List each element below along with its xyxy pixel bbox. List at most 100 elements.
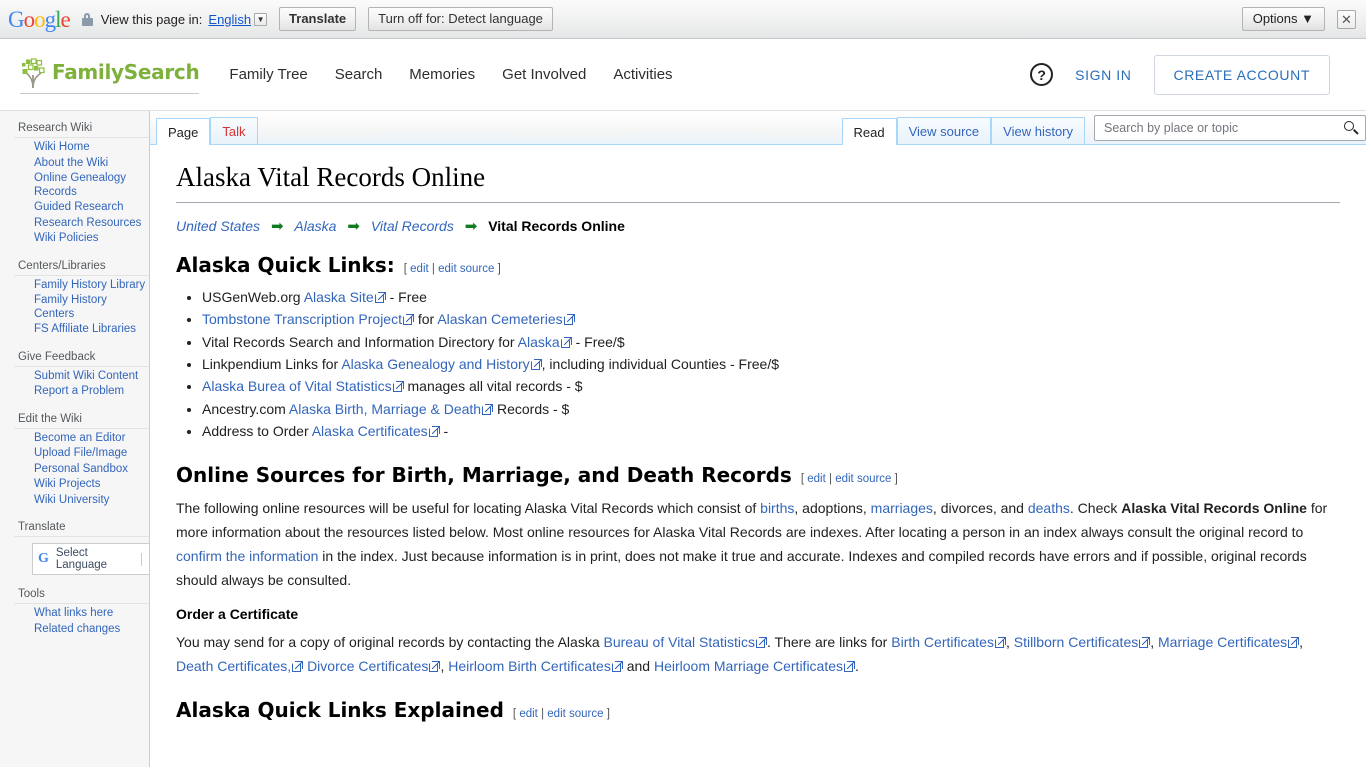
section-heading-online-sources: Online Sources for Birth, Marriage, and …: [176, 463, 1340, 487]
nav-get-involved[interactable]: Get Involved: [502, 66, 586, 83]
list-item: Report a Problem: [14, 384, 150, 400]
tab-view-source[interactable]: View source: [896, 117, 992, 144]
sidebar-group-title: Centers/Libraries: [18, 259, 106, 272]
translate-language-value[interactable]: English: [208, 12, 251, 27]
wiki-link[interactable]: confirm the information: [176, 548, 318, 564]
wiki-link[interactable]: Alaska Birth, Marriage & Death: [289, 401, 481, 417]
quick-links-list: USGenWeb.org Alaska Site - FreeTombstone…: [176, 286, 1340, 443]
edit-link[interactable]: edit: [807, 473, 826, 485]
edit-link[interactable]: edit: [519, 708, 538, 720]
nav-search[interactable]: Search: [335, 66, 383, 83]
edit-source-link[interactable]: edit source: [438, 263, 494, 275]
wiki-search-box[interactable]: [1094, 115, 1366, 141]
edit-links: [ edit | edit source ]: [404, 263, 501, 275]
sidebar-group-title: Edit the Wiki: [18, 412, 82, 425]
familysearch-logo[interactable]: FamilySearch: [20, 55, 200, 94]
heading-text: Online Sources for Birth, Marriage, and …: [176, 462, 792, 487]
heading-text: Alaska Quick Links:: [176, 252, 395, 277]
sidebar-item-report-a-problem[interactable]: Report a Problem: [34, 385, 150, 399]
edit-links: [ edit | edit source ]: [801, 473, 898, 485]
tab-read[interactable]: Read: [841, 118, 897, 145]
wiki-link[interactable]: Heirloom Birth Certificates: [448, 658, 611, 674]
nav-activities[interactable]: Activities: [613, 66, 672, 83]
sidebar-item-submit-wiki-content[interactable]: Submit Wiki Content: [34, 370, 150, 384]
search-input[interactable]: [1102, 120, 1340, 136]
tab-talk[interactable]: Talk: [210, 117, 258, 144]
bracket-open: [: [512, 707, 517, 720]
nav-memories[interactable]: Memories: [409, 66, 475, 83]
sidebar-item-fs-affiliate-libraries[interactable]: FS Affiliate Libraries: [34, 323, 150, 337]
sidebar-item-what-links-here[interactable]: What links here: [34, 607, 150, 621]
wiki-link[interactable]: Alaska Burea of Vital Statistics: [202, 378, 392, 394]
sidebar-item-guided-research[interactable]: Guided Research: [34, 201, 150, 215]
turn-off-translate-button[interactable]: Turn off for: Detect language: [368, 7, 553, 31]
wiki-link[interactable]: Alaska Certificates: [312, 423, 428, 439]
online-sources-paragraph: The following online resources will be u…: [176, 499, 1328, 588]
sidebar-item-wiki-university[interactable]: Wiki University: [34, 494, 150, 508]
sidebar-item-upload-file-image[interactable]: Upload File/Image: [34, 447, 150, 461]
translate-widget-wrap: G Select Language: [14, 536, 150, 579]
sidebar-group-title: Tools: [18, 588, 45, 600]
list-item: Personal Sandbox: [14, 462, 150, 478]
sidebar-item-family-history-library[interactable]: Family History Library: [34, 279, 150, 293]
site-header: FamilySearch Family Tree Search Memories…: [0, 39, 1366, 111]
wiki-link[interactable]: Tombstone Transcription Project: [202, 311, 402, 327]
tab-page[interactable]: Page: [156, 118, 211, 145]
select-language-label: Select Language: [55, 547, 108, 571]
search-icon[interactable]: [1344, 121, 1359, 135]
translate-button[interactable]: Translate: [279, 7, 357, 31]
breadcrumb-alaska[interactable]: Alaska: [294, 218, 336, 234]
bracket-close: ]: [606, 707, 610, 720]
wiki-link[interactable]: Alaska: [518, 334, 560, 350]
select-language-dropdown[interactable]: G Select Language: [32, 543, 150, 575]
sidebar-item-online-genealogy-records[interactable]: Online Genealogy Records: [34, 172, 150, 199]
close-icon[interactable]: ✕: [1337, 9, 1356, 29]
sidebar-item-wiki-projects[interactable]: Wiki Projects: [34, 478, 150, 492]
sidebar-item-personal-sandbox[interactable]: Personal Sandbox: [34, 463, 150, 477]
edit-link[interactable]: edit: [410, 263, 429, 275]
wiki-link[interactable]: marriages: [871, 500, 933, 516]
wiki-link[interactable]: Marriage Certificates: [1158, 634, 1287, 650]
sidebar-group-centers-libraries: Centers/Libraries Family History Library…: [0, 255, 150, 342]
sidebar-group-title: Research Wiki: [18, 122, 93, 134]
wiki-tab-bar: Page Talk Read View source View history: [150, 111, 1366, 145]
list-item: Wiki University: [14, 493, 150, 509]
edit-source-link[interactable]: edit source: [547, 708, 603, 720]
wiki-link[interactable]: Birth Certificates: [891, 634, 994, 650]
external-link-icon: [560, 336, 572, 348]
content-column: Page Talk Read View source View history …: [150, 111, 1366, 767]
wiki-link[interactable]: Stillborn Certificates: [1014, 634, 1139, 650]
translate-options-button[interactable]: Options ▼: [1241, 7, 1325, 31]
translate-language-select[interactable]: English ▼: [208, 12, 268, 27]
wiki-link[interactable]: Alaska Site: [304, 289, 374, 305]
chevron-down-icon[interactable]: ▼: [254, 12, 268, 26]
sidebar-item-wiki-policies[interactable]: Wiki Policies: [34, 232, 150, 246]
create-account-button[interactable]: CREATE ACCOUNT: [1153, 54, 1330, 95]
wiki-link[interactable]: deaths: [1028, 500, 1070, 516]
list-item: Research Resources: [14, 216, 150, 232]
sidebar-item-become-an-editor[interactable]: Become an Editor: [34, 432, 150, 446]
google-translate-bar: Google View this page in: English ▼ Tran…: [0, 0, 1366, 39]
wiki-link[interactable]: Bureau of Vital Statistics: [604, 634, 755, 650]
wiki-link[interactable]: Death Certificates,: [176, 658, 291, 674]
help-icon[interactable]: ?: [1030, 63, 1054, 86]
sign-in-link[interactable]: SIGN IN: [1075, 67, 1131, 83]
wiki-link[interactable]: births: [760, 500, 794, 516]
page-title: Alaska Vital Records Online: [176, 161, 1340, 203]
article: Alaska Vital Records Online United State…: [150, 145, 1366, 722]
wiki-link[interactable]: Alaska Genealogy and History: [341, 356, 529, 372]
wiki-link[interactable]: Heirloom Marriage Certificates: [654, 658, 843, 674]
sidebar-item-about-the-wiki[interactable]: About the Wiki: [34, 157, 150, 171]
sidebar-item-research-resources[interactable]: Research Resources: [34, 217, 150, 231]
wiki-link[interactable]: Alaskan Cemeteries: [437, 311, 562, 327]
nav-family-tree[interactable]: Family Tree: [229, 66, 307, 83]
sidebar-item-related-changes[interactable]: Related changes: [34, 623, 150, 637]
sidebar-list: Family History Library Family History Ce…: [14, 274, 150, 342]
wiki-link[interactable]: Divorce Certificates: [307, 658, 428, 674]
breadcrumb-vital-records[interactable]: Vital Records: [371, 218, 454, 234]
sidebar-item-family-history-centers[interactable]: Family History Centers: [34, 294, 150, 321]
edit-source-link[interactable]: edit source: [835, 473, 891, 485]
breadcrumb-united-states[interactable]: United States: [176, 218, 260, 234]
sidebar-item-wiki-home[interactable]: Wiki Home: [34, 141, 150, 155]
tab-view-history[interactable]: View history: [991, 117, 1085, 144]
